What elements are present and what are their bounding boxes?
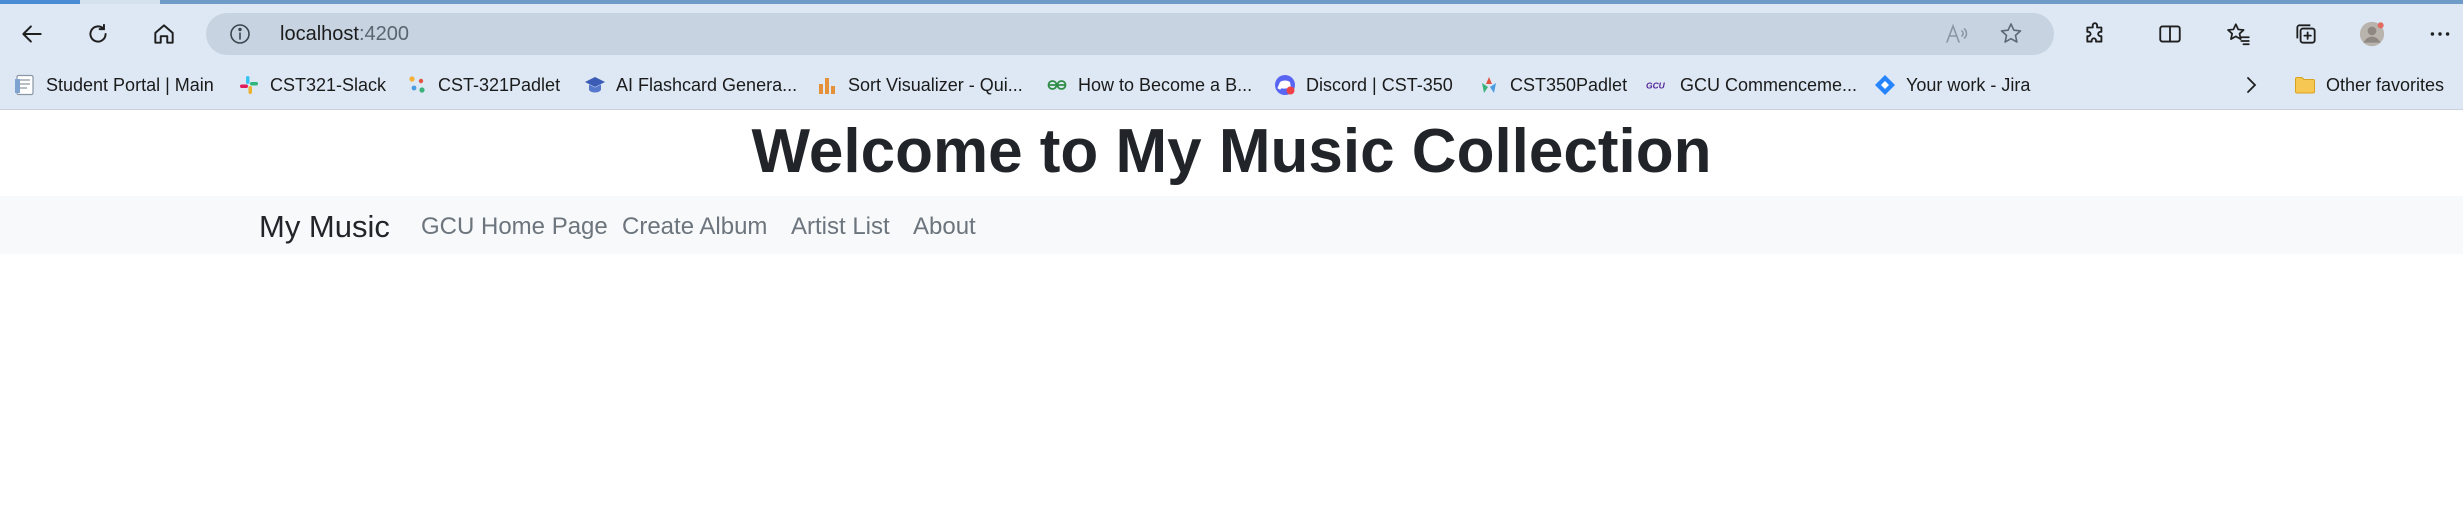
bookmark-jira[interactable]: Your work - Jira bbox=[1874, 70, 2030, 100]
back-icon[interactable] bbox=[12, 14, 52, 54]
graduation-cap-icon bbox=[584, 74, 606, 96]
page-title: Welcome to My Music Collection bbox=[751, 117, 1712, 186]
favorites-icon[interactable] bbox=[2218, 14, 2258, 54]
extensions-icon[interactable] bbox=[2076, 14, 2116, 54]
bookmark-discord-cst350[interactable]: Discord | CST-350 bbox=[1274, 70, 1453, 100]
folder-icon bbox=[2294, 74, 2316, 96]
nav-link-artist-list[interactable]: Artist List bbox=[791, 212, 890, 242]
more-icon[interactable] bbox=[2420, 14, 2460, 54]
bookmarks-bar: Student Portal | Main CST321-Slack CST-3… bbox=[0, 60, 2463, 110]
bookmark-cst321-slack[interactable]: CST321-Slack bbox=[238, 70, 386, 100]
bookmark-label: Student Portal | Main bbox=[46, 74, 214, 95]
navbar-brand[interactable]: My Music bbox=[259, 209, 390, 245]
read-aloud-icon[interactable] bbox=[1944, 21, 1970, 47]
refresh-icon[interactable] bbox=[78, 14, 118, 54]
bookmark-other-favorites[interactable]: Other favorites bbox=[2294, 70, 2444, 100]
home-icon[interactable] bbox=[144, 14, 184, 54]
svg-text:GCU: GCU bbox=[1646, 80, 1666, 90]
slack-icon bbox=[238, 74, 260, 96]
nav-link-create-album[interactable]: Create Album bbox=[622, 212, 767, 242]
nav-link-about[interactable]: About bbox=[913, 212, 976, 242]
bookmark-label: CST-321Padlet bbox=[438, 74, 561, 95]
bookmark-label: Your work - Jira bbox=[1906, 74, 2031, 95]
url-host: localhost bbox=[280, 23, 359, 45]
bookmark-label: Sort Visualizer - Qui... bbox=[848, 74, 1023, 95]
gcu-icon: GCU bbox=[1644, 74, 1670, 96]
bookmark-student-portal[interactable]: Student Portal | Main bbox=[14, 70, 214, 100]
browser-toolbar: localhost:4200 bbox=[0, 4, 2463, 60]
bookmark-label: CST321-Slack bbox=[270, 74, 387, 95]
bookmark-cst321-padlet[interactable]: CST-321Padlet bbox=[406, 70, 560, 100]
doc-icon bbox=[14, 74, 36, 96]
nav-link-gcu-home-page[interactable]: GCU Home Page bbox=[421, 212, 608, 242]
bookmark-label: CST350Padlet bbox=[1510, 74, 1628, 95]
info-icon[interactable] bbox=[228, 22, 252, 46]
bookmark-gcu-commencement[interactable]: GCU GCU Commenceme... bbox=[1644, 70, 1857, 100]
gfg-icon bbox=[1046, 74, 1068, 96]
split-screen-icon[interactable] bbox=[2150, 14, 2190, 54]
bar-chart-icon bbox=[816, 74, 838, 96]
bookmark-label: GCU Commenceme... bbox=[1680, 74, 1858, 95]
profile-icon[interactable] bbox=[2352, 14, 2392, 54]
bookmark-sort-visualizer[interactable]: Sort Visualizer - Qui... bbox=[816, 70, 1023, 100]
url-port: :4200 bbox=[358, 23, 409, 45]
bookmark-label: Discord | CST-350 bbox=[1306, 74, 1453, 95]
discord-icon bbox=[1274, 74, 1296, 96]
chevron-right-icon[interactable] bbox=[2240, 70, 2262, 100]
address-bar[interactable]: localhost:4200 bbox=[206, 13, 2054, 55]
favorite-star-icon[interactable] bbox=[1998, 21, 2024, 47]
bookmark-ai-flashcard[interactable]: AI Flashcard Genera... bbox=[584, 70, 797, 100]
bookmark-cst350-padlet[interactable]: CST350Padlet bbox=[1478, 70, 1627, 100]
jira-icon bbox=[1874, 74, 1896, 96]
bookmark-label: AI Flashcard Genera... bbox=[616, 74, 798, 95]
url-text[interactable]: localhost:4200 bbox=[280, 21, 409, 47]
collections-icon[interactable] bbox=[2286, 14, 2326, 54]
padlet-icon bbox=[406, 74, 428, 96]
bookmark-label: Other favorites bbox=[2326, 74, 2445, 95]
bookmark-how-to-become[interactable]: How to Become a B... bbox=[1046, 70, 1252, 100]
site-navbar: My Music GCU Home Page Create Album Arti… bbox=[0, 196, 2463, 254]
padlet-icon bbox=[1478, 74, 1500, 96]
bookmark-label: How to Become a B... bbox=[1078, 74, 1253, 95]
